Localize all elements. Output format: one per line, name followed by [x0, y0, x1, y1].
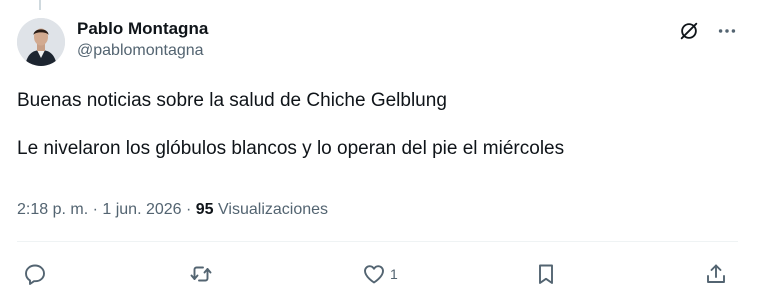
tweet-meta: 2:18 p. m. · 1 jun. 2026 · 95 Visualizac… [17, 199, 328, 221]
tweet-date[interactable]: 1 jun. 2026 [102, 201, 181, 218]
share-icon [707, 264, 725, 283]
bookmark-button[interactable] [534, 258, 558, 290]
meta-separator: · [181, 201, 196, 218]
tweet-text: Buenas noticias sobre la salud de Chiche… [17, 89, 737, 161]
avatar[interactable] [17, 18, 65, 66]
divider [17, 241, 738, 242]
views-label: Visualizaciones [218, 201, 329, 218]
tweet-paragraph: Le nivelaron los glóbulos blancos y lo o… [17, 138, 565, 159]
tweet-paragraph: Buenas noticias sobre la salud de Chiche… [17, 90, 447, 111]
share-button[interactable] [704, 258, 728, 290]
reply-button[interactable] [23, 258, 47, 290]
action-bar: 1 [0, 258, 760, 290]
author-name[interactable]: Pablo Montagna [77, 18, 208, 40]
top-actions [678, 20, 738, 42]
meta-separator: · [88, 201, 103, 218]
retweet-button[interactable] [189, 258, 213, 290]
author-handle[interactable]: @pablomontagna [77, 40, 208, 62]
reply-icon [25, 264, 45, 285]
more-options-icon[interactable] [716, 20, 738, 42]
avatar-image [17, 18, 65, 66]
retweet-icon [190, 266, 212, 282]
like-button[interactable]: 1 [362, 258, 398, 290]
tweet-time[interactable]: 2:18 p. m. [17, 201, 88, 218]
bookmark-icon [539, 264, 553, 284]
grok-icon[interactable] [678, 20, 700, 42]
views-count: 95 [195, 201, 214, 218]
like-count: 1 [390, 266, 398, 282]
thread-connector-line [39, 0, 41, 10]
like-icon [364, 265, 384, 284]
author-info: Pablo Montagna @pablomontagna [77, 18, 208, 62]
